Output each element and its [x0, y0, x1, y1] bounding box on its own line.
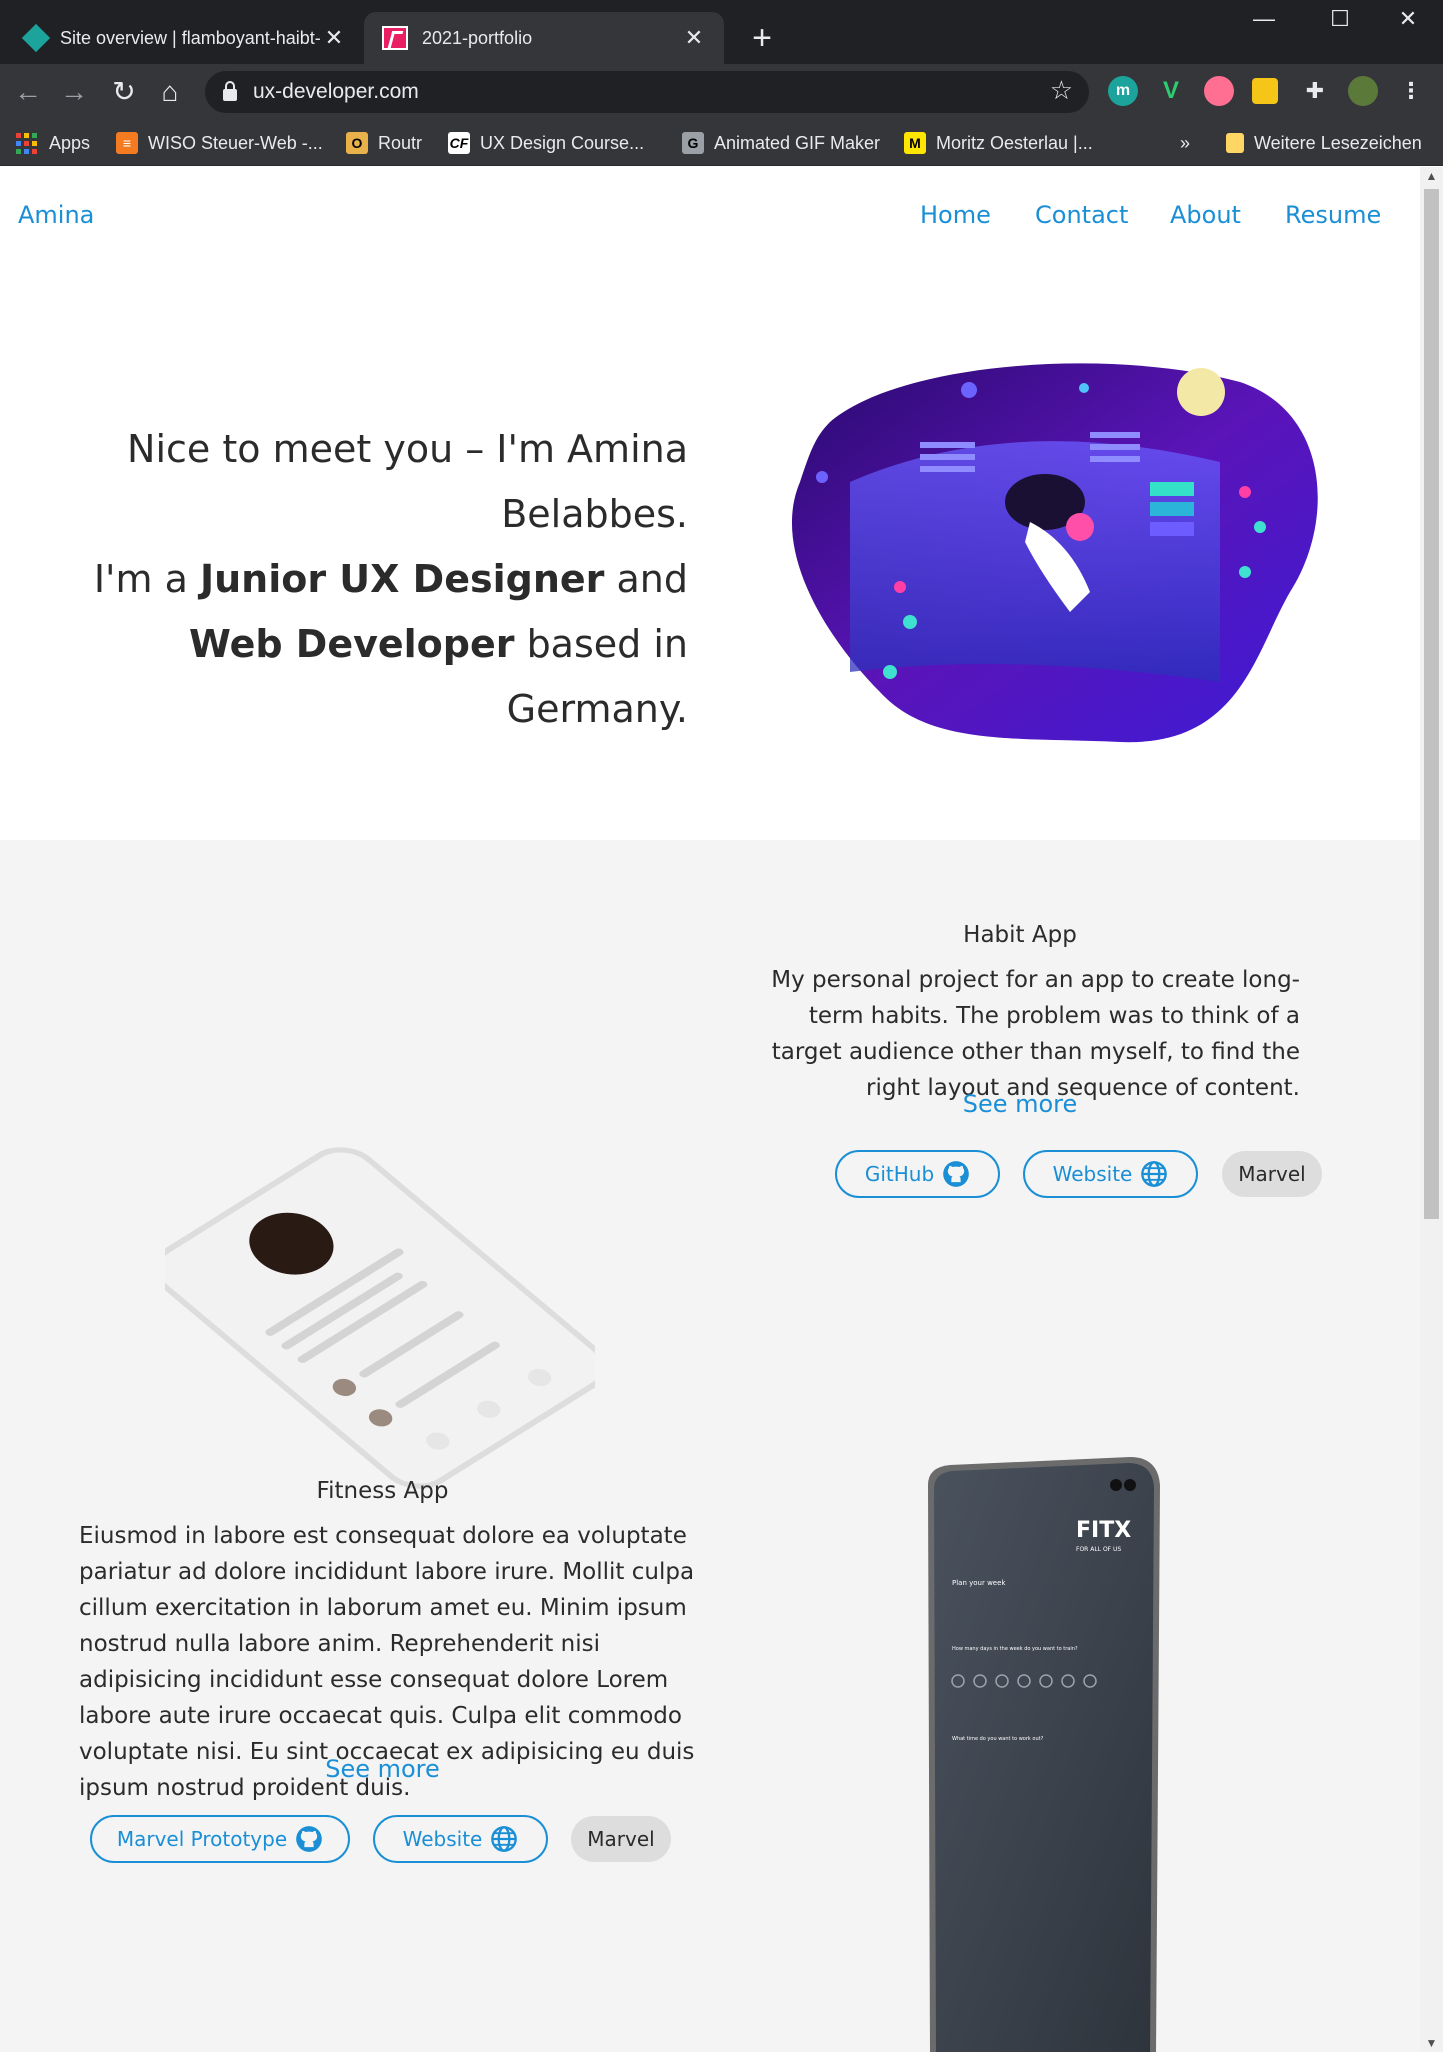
- bookmarks-bar: Apps ≡ WISO Steuer-Web -... O Routr CF U…: [0, 120, 1443, 166]
- tab-close-icon[interactable]: ✕: [322, 25, 346, 51]
- brand-link[interactable]: Amina: [18, 201, 94, 229]
- fitx-question-time: What time do you want to work out?: [952, 1736, 1044, 1742]
- extension-v-icon[interactable]: V: [1156, 76, 1186, 106]
- maximize-button[interactable]: ☐: [1310, 6, 1370, 32]
- folder-icon: [1226, 133, 1244, 153]
- habit-app-phone-mockup: [165, 1147, 595, 1489]
- page-viewport: Amina Home Contact About Resume Nice to …: [0, 167, 1420, 2052]
- bookmark-label: Animated GIF Maker: [714, 132, 881, 153]
- hero-text-part: based in Germany.: [506, 622, 688, 731]
- hero-intro: Nice to meet you – I'm Amina Belabbes. I…: [60, 417, 688, 742]
- url-text: ux-developer.com: [253, 80, 419, 103]
- see-more-fitness-link[interactable]: See more: [60, 1755, 705, 1783]
- site-header: Amina Home Contact About Resume: [0, 167, 1420, 257]
- pill-label: Website: [1052, 1162, 1133, 1186]
- cf-icon: CF: [448, 132, 470, 154]
- fitx-tagline: FOR ALL OF US: [1076, 1546, 1121, 1553]
- nav-resume-link[interactable]: Resume: [1285, 201, 1381, 229]
- tab-title: 2021-portfolio: [422, 27, 533, 48]
- bookmark-routr[interactable]: O Routr: [346, 128, 422, 158]
- back-arrow-icon[interactable]: ←: [10, 74, 46, 110]
- fitx-logo: FITX: [1076, 1518, 1131, 1543]
- bookmark-moritz-oesterlau[interactable]: M Moritz Oesterlau |...: [904, 128, 1093, 158]
- github-icon: [943, 1161, 969, 1187]
- hero-greeting: Nice to meet you – I'm Amina Belabbes.: [127, 427, 688, 536]
- wiso-icon: ≡: [116, 132, 138, 154]
- projects-section: Habit App My personal project for an app…: [0, 840, 1420, 2052]
- website-habit-button[interactable]: Website: [1023, 1150, 1198, 1198]
- hero-illustration: [791, 363, 1318, 743]
- github-icon: [296, 1826, 322, 1852]
- bookmark-wiso[interactable]: ≡ WISO Steuer-Web -...: [116, 128, 323, 158]
- bookmarks-overflow-icon[interactable]: »: [1180, 128, 1190, 158]
- address-bar[interactable]: ux-developer.com ☆: [205, 71, 1089, 113]
- gif-icon: G: [682, 132, 704, 154]
- pill-label: GitHub: [864, 1162, 935, 1186]
- see-more-habit-link[interactable]: See more: [750, 1090, 1290, 1118]
- project-title-fitness: Fitness App: [316, 1478, 449, 1504]
- close-window-button[interactable]: ✕: [1378, 6, 1438, 32]
- browser-toolbar: ← → ↻ ⌂ ux-developer.com ☆ m V ✚ ⋮: [0, 64, 1443, 120]
- reload-icon[interactable]: ↻: [106, 74, 142, 110]
- hero-role-line: I'm a Junior UX Designer and Web Develop…: [60, 547, 688, 742]
- fitness-app-phone-mockup: FITX FOR ALL OF US Plan your week How ma…: [928, 1457, 1160, 2052]
- bookmark-label: WISO Steuer-Web -...: [148, 132, 323, 153]
- portfolio-favicon-icon: [382, 26, 408, 50]
- bookmark-star-icon[interactable]: ☆: [1050, 75, 1073, 106]
- hero-role-web: Web Developer: [189, 622, 515, 666]
- marvel-prototype-button[interactable]: Marvel Prototype: [90, 1815, 350, 1863]
- extension-yellow-icon[interactable]: [1252, 78, 1278, 104]
- extension-avatar-icon[interactable]: [1204, 76, 1234, 106]
- website-fitness-button[interactable]: Website: [373, 1815, 548, 1863]
- m-icon: M: [904, 132, 926, 154]
- tab-site-overview[interactable]: Site overview | flamboyant-haibt- ✕: [8, 12, 364, 64]
- project-description-habit: My personal project for an app to create…: [771, 967, 1300, 1101]
- netlify-favicon-icon: [21, 23, 51, 53]
- bookmark-label: Apps: [49, 132, 91, 153]
- tab-title: Site overview | flamboyant-haibt-: [60, 27, 321, 48]
- globe-icon: [1141, 1161, 1168, 1187]
- nav-home-link[interactable]: Home: [920, 201, 991, 229]
- hero-role-ux: Junior UX Designer: [199, 557, 605, 601]
- extensions-puzzle-icon[interactable]: ✚: [1300, 76, 1330, 106]
- tab-bar: Site overview | flamboyant-haibt- ✕ 2021…: [0, 0, 1443, 64]
- scroll-down-icon[interactable]: ▼: [1420, 2036, 1443, 2050]
- bookmark-apps[interactable]: Apps: [16, 128, 90, 158]
- pill-label: Website: [402, 1827, 483, 1851]
- apps-grid-icon: [16, 132, 37, 154]
- fitx-heading: Plan your week: [952, 1579, 1006, 1587]
- bookmark-other[interactable]: Weitere Lesezeichen: [1226, 128, 1422, 158]
- profile-avatar-icon[interactable]: [1348, 76, 1378, 106]
- forward-arrow-icon[interactable]: →: [56, 74, 92, 110]
- tab-2021-portfolio[interactable]: 2021-portfolio ✕: [364, 12, 724, 64]
- extension-m-icon[interactable]: m: [1108, 76, 1138, 106]
- lock-icon: [223, 81, 237, 101]
- project-title-habit: Habit App: [963, 922, 1077, 948]
- bookmark-label: UX Design Course...: [480, 132, 645, 153]
- bookmark-label: Weitere Lesezeichen: [1254, 132, 1422, 153]
- nav-about-link[interactable]: About: [1170, 201, 1241, 229]
- routr-icon: O: [346, 132, 368, 154]
- hero-text-part: and: [604, 557, 689, 601]
- pill-label: Marvel Prototype: [116, 1827, 288, 1851]
- scroll-thumb[interactable]: [1424, 189, 1439, 1219]
- bookmark-ux-design-course[interactable]: CF UX Design Course...: [448, 128, 644, 158]
- bookmark-label: Moritz Oesterlau |...: [936, 132, 1093, 153]
- home-icon[interactable]: ⌂: [152, 74, 188, 110]
- nav-contact-link[interactable]: Contact: [1035, 201, 1128, 229]
- menu-kebab-icon[interactable]: ⋮: [1396, 76, 1426, 106]
- new-tab-button[interactable]: +: [742, 18, 782, 58]
- scroll-up-icon[interactable]: ▲: [1420, 169, 1443, 183]
- github-habit-button[interactable]: GitHub: [835, 1150, 1000, 1198]
- marvel-habit-tag: Marvel: [1222, 1151, 1322, 1197]
- globe-icon: [491, 1826, 518, 1852]
- minimize-button[interactable]: —: [1234, 6, 1294, 32]
- page-scrollbar[interactable]: ▲ ▼: [1420, 167, 1443, 2052]
- bookmark-animated-gif-maker[interactable]: G Animated GIF Maker: [682, 128, 880, 158]
- hero-text-part: I'm a: [93, 557, 200, 601]
- bookmark-label: Routr: [378, 132, 423, 153]
- fitx-question-days: How many days in the week do you want to…: [952, 1646, 1078, 1652]
- tab-close-icon[interactable]: ✕: [682, 25, 706, 51]
- marvel-fitness-tag: Marvel: [571, 1816, 671, 1862]
